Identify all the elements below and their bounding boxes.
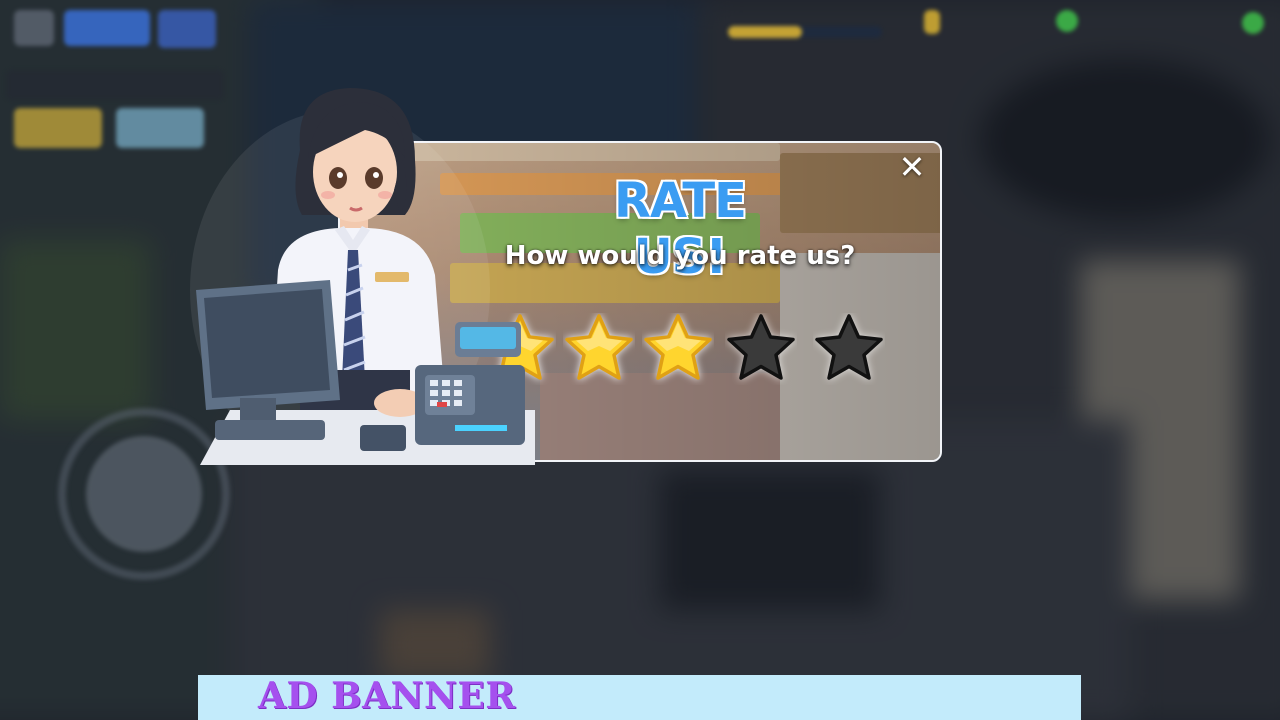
star-icon [815,314,883,380]
hud-blue-button [158,10,216,48]
close-icon: ✕ [898,148,926,186]
hud-item-slot [14,108,102,148]
star-4[interactable] [725,313,797,385]
popup-subtitle: How would you rate us? [504,241,856,271]
star-2[interactable] [563,313,635,385]
star-3[interactable] [642,313,714,385]
star-icon [565,314,633,380]
hud-level-bar-fill [728,26,802,38]
ad-banner-label: AD BANNER [258,675,516,717]
hud-add-money-icon [1242,12,1264,34]
hud-menu-button [14,10,54,46]
star-icon [727,314,795,380]
hud-blue-button [64,10,150,46]
hud-energy-icon [924,10,940,34]
cashier-illustration [190,88,535,465]
star-5[interactable] [813,313,885,385]
star-rating [484,313,894,393]
close-button[interactable]: ✕ [896,148,928,186]
joystick-knob [86,436,202,552]
hud-money-icon [1056,10,1078,32]
star-icon [644,314,712,380]
ad-banner[interactable]: AD BANNER [198,675,1081,720]
